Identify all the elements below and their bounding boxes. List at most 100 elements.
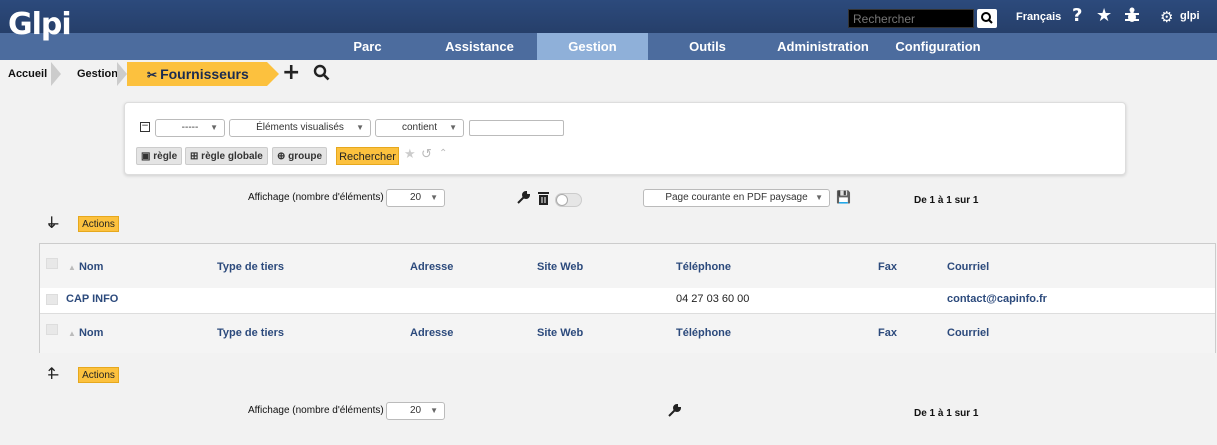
- col-type-tiers[interactable]: Type de tiers: [217, 261, 284, 273]
- col-adresse[interactable]: Adresse: [410, 261, 453, 273]
- col-nom-bottom[interactable]: ▲ Nom: [68, 327, 103, 339]
- trash-icon[interactable]: [537, 191, 550, 209]
- collapse-criteria-icon[interactable]: −: [140, 122, 150, 132]
- debug-icon[interactable]: [1124, 6, 1140, 29]
- add-global-rule-button[interactable]: ⊞ règle globale: [185, 147, 268, 165]
- menu-parc[interactable]: Parc: [335, 33, 400, 60]
- add-icon[interactable]: +: [282, 61, 300, 85]
- items-visualized-value: Éléments visualisés: [256, 122, 344, 133]
- col-fax-bottom[interactable]: Fax: [878, 327, 897, 339]
- add-group-button[interactable]: ⊕ groupe: [272, 147, 328, 165]
- table-row: CAP INFO 04 27 03 60 00 contact@capinfo.…: [40, 288, 1215, 313]
- global-search-input[interactable]: [848, 9, 974, 28]
- menu-outils[interactable]: Outils: [675, 33, 740, 60]
- add-global-rule-label: règle globale: [201, 151, 263, 162]
- display-count-select-bottom[interactable]: 20 ▼: [386, 402, 445, 420]
- col-nom-label: Nom: [78, 261, 104, 273]
- pagination-range-bottom: De 1 à 1 sur 1: [914, 408, 979, 419]
- gear-icon[interactable]: ⚙: [1160, 7, 1173, 27]
- export-save-icon[interactable]: 💾: [836, 190, 851, 204]
- wrench-icon-bottom[interactable]: [667, 403, 682, 421]
- items-visualized-select[interactable]: Éléments visualisés ▼: [229, 119, 371, 137]
- reset-icon[interactable]: ↺: [421, 147, 432, 162]
- menu-assistance[interactable]: Assistance: [432, 33, 527, 60]
- chevron-down-icon: ▼: [210, 123, 218, 132]
- col-courriel[interactable]: Courriel: [947, 261, 989, 273]
- sort-icon: ▲: [68, 329, 76, 338]
- col-fax[interactable]: Fax: [878, 261, 897, 273]
- criteria-value-input[interactable]: [469, 120, 564, 136]
- plus-square-outline-icon: ⊞: [190, 151, 199, 162]
- user-name[interactable]: glpi: [1180, 10, 1200, 22]
- col-nom[interactable]: ▲ Nom: [68, 261, 103, 273]
- actions-button-top[interactable]: Actions: [78, 216, 119, 232]
- collapse-up-icon[interactable]: ⌃: [439, 148, 447, 159]
- search-list-icon[interactable]: [313, 64, 330, 84]
- breadcrumb-current[interactable]: ✂ Fournisseurs: [127, 62, 279, 86]
- display-count-select[interactable]: 20 ▼: [386, 189, 445, 207]
- col-site-web-bottom[interactable]: Site Web: [537, 327, 583, 339]
- toggle-switch[interactable]: [555, 193, 582, 207]
- operator-value: contient: [401, 122, 438, 133]
- star-icon[interactable]: ★: [1096, 6, 1112, 26]
- add-rule-button[interactable]: ▣ règle: [136, 147, 183, 165]
- display-count-value: 20: [409, 192, 422, 203]
- supplier-icon: ✂: [147, 68, 158, 82]
- plus-square-icon: ▣: [141, 151, 151, 162]
- col-adresse-bottom[interactable]: Adresse: [410, 327, 453, 339]
- search-button[interactable]: [977, 9, 997, 28]
- col-site-web[interactable]: Site Web: [537, 261, 583, 273]
- search-submit-button[interactable]: Rechercher: [336, 147, 399, 165]
- select-all-checkbox-bottom[interactable]: [46, 324, 58, 335]
- display-count-label-bottom: Affichage (nombre d'éléments): [248, 405, 384, 416]
- display-count-bottom-value: 20: [409, 405, 422, 416]
- actions-button-bottom[interactable]: Actions: [78, 367, 119, 383]
- arrow-up-left-icon: ↑̶: [45, 364, 59, 383]
- chevron-down-icon: ▼: [356, 123, 364, 132]
- menu-configuration[interactable]: Configuration: [888, 33, 988, 60]
- pagination-range: De 1 à 1 sur 1: [914, 195, 979, 206]
- language-selector[interactable]: Français: [1016, 11, 1061, 23]
- glpi-logo[interactable]: Glpi: [8, 3, 72, 47]
- save-search-star-icon[interactable]: ★: [404, 147, 416, 162]
- add-group-label: groupe: [288, 151, 323, 162]
- wrench-icon[interactable]: [516, 190, 531, 209]
- breadcrumb-home[interactable]: Accueil: [8, 62, 47, 86]
- row-nom-link[interactable]: CAP INFO: [66, 293, 118, 305]
- chevron-down-icon: ▼: [430, 406, 438, 415]
- menu-gestion[interactable]: Gestion: [537, 33, 648, 60]
- col-courriel-bottom[interactable]: Courriel: [947, 327, 989, 339]
- col-telephone[interactable]: Téléphone: [676, 261, 731, 273]
- arrow-down-left-icon: ↓̶: [45, 213, 59, 232]
- toggle-knob: [556, 194, 568, 206]
- results-table: ▲ Nom Type de tiers Adresse Site Web Tél…: [39, 243, 1216, 353]
- row-courriel-link[interactable]: contact@capinfo.fr: [947, 293, 1047, 305]
- breadcrumb-separator: [117, 62, 127, 86]
- display-count-label: Affichage (nombre d'éléments): [248, 192, 384, 203]
- chevron-down-icon: ▼: [430, 193, 438, 202]
- chevron-down-icon: ▼: [449, 123, 457, 132]
- plus-circle-icon: ⊕: [277, 151, 286, 162]
- breadcrumb-gestion[interactable]: Gestion: [77, 62, 118, 86]
- add-rule-label: règle: [153, 151, 178, 162]
- export-format-select[interactable]: Page courante en PDF paysage ▼: [643, 189, 830, 207]
- help-icon[interactable]: ?: [1072, 6, 1082, 26]
- row-checkbox[interactable]: [46, 294, 58, 305]
- select-all-checkbox[interactable]: [46, 258, 58, 269]
- table-header: ▲ Nom Type de tiers Adresse Site Web Tél…: [40, 244, 1215, 288]
- col-type-tiers-bottom[interactable]: Type de tiers: [217, 327, 284, 339]
- col-telephone-bottom[interactable]: Téléphone: [676, 327, 731, 339]
- field-select-value: -----: [181, 122, 199, 133]
- search-criteria-panel: − ----- ▼ Éléments visualisés ▼ contient ▼ …: [124, 102, 1126, 175]
- search-icon: [981, 12, 993, 24]
- table-footer-header: ▲ Nom Type de tiers Adresse Site Web Tél…: [40, 313, 1215, 353]
- field-select[interactable]: ----- ▼: [155, 119, 225, 137]
- menu-administration[interactable]: Administration: [768, 33, 878, 60]
- operator-select[interactable]: contient ▼: [375, 119, 464, 137]
- breadcrumb-separator: [51, 62, 61, 86]
- col-nom-bottom-label: Nom: [78, 327, 104, 339]
- export-format-value: Page courante en PDF paysage: [665, 192, 808, 203]
- breadcrumb-current-label: Fournisseurs: [160, 66, 249, 82]
- sort-icon: ▲: [68, 263, 76, 272]
- chevron-down-icon: ▼: [815, 193, 823, 202]
